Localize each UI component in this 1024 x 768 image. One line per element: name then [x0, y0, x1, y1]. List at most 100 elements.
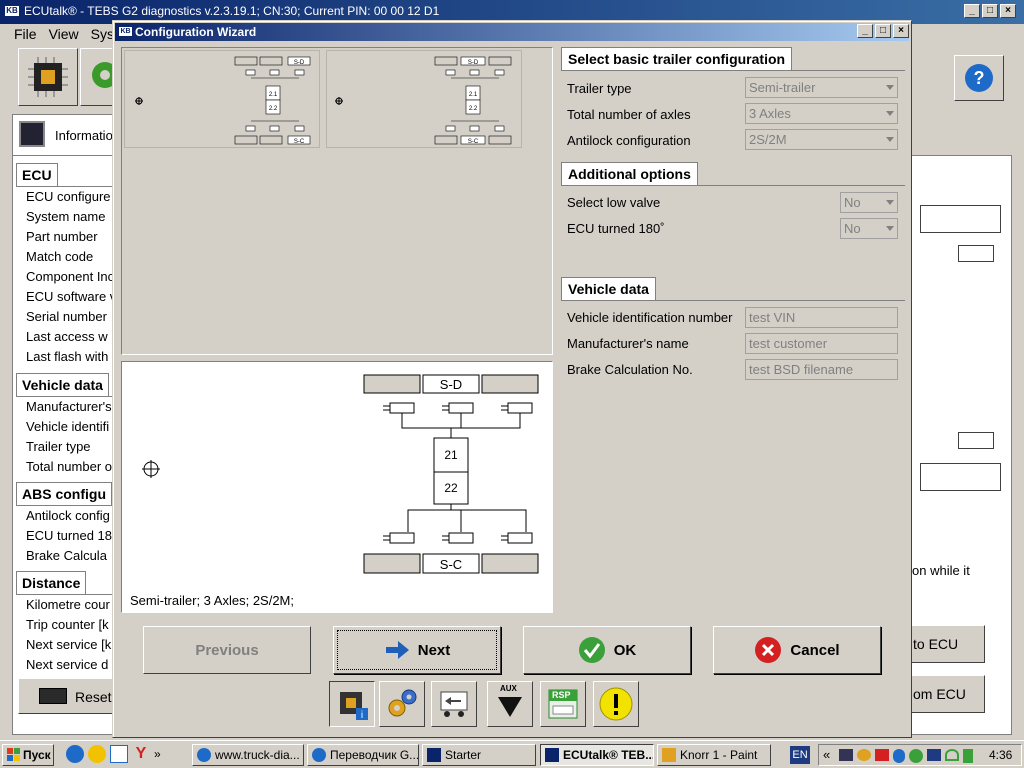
help-button[interactable]: ?	[954, 55, 1004, 101]
ie-icon	[197, 748, 211, 762]
word-icon[interactable]	[110, 745, 128, 763]
distance-section: Distance	[16, 571, 87, 594]
thumb-ecu-top: 2.1	[269, 92, 278, 98]
ecu-row: System name	[26, 209, 106, 224]
next-button[interactable]: Next	[333, 626, 501, 674]
menu-system[interactable]: Sys	[91, 26, 114, 42]
trailer-button[interactable]	[431, 681, 477, 727]
minimize-icon[interactable]: _	[857, 24, 873, 38]
yandex-icon[interactable]: Y	[132, 745, 150, 763]
app-logo-icon: KB	[4, 5, 20, 17]
ecu-row: Last access w	[26, 329, 108, 344]
low-valve-select[interactable]: No	[840, 192, 898, 213]
chevron-down-icon	[886, 85, 894, 90]
next-button-label: Next	[417, 641, 451, 659]
rsp-button[interactable]: RSP	[540, 681, 586, 727]
read-from-ecu-button[interactable]: om ECU	[900, 675, 985, 713]
group-divider	[561, 185, 905, 186]
vin-label: Vehicle identification number	[567, 310, 733, 325]
maximize-icon[interactable]: □	[875, 24, 891, 38]
antilock-select[interactable]: 2S/2M	[745, 129, 898, 150]
vehicle-data-group: Vehicle data Vehicle identification numb…	[561, 277, 905, 387]
menu-view[interactable]: View	[49, 26, 79, 42]
settings-toolbar-button[interactable]	[80, 48, 118, 106]
task-starter[interactable]: Starter	[422, 744, 536, 766]
ecu-toolbar-button[interactable]	[18, 48, 78, 106]
info-mode-button[interactable]: i	[329, 681, 375, 727]
task-paint[interactable]: Knorr 1 - Paint	[657, 744, 771, 766]
vehicle-row: Trailer type	[26, 439, 91, 454]
chip-info-icon: i	[340, 692, 368, 721]
task-label: Starter	[445, 748, 482, 762]
task-translator[interactable]: Переводчик G...	[307, 744, 419, 766]
start-label: Пуск	[23, 748, 51, 762]
low-valve-label: Select low valve	[567, 195, 661, 210]
checkmark-icon	[578, 637, 605, 663]
additional-options-header: Additional options	[561, 162, 698, 186]
ecu-row: Serial number	[26, 309, 107, 324]
vehicle-data-header: Vehicle data	[561, 277, 656, 301]
display-icon[interactable]	[927, 749, 941, 761]
manufacturer-field[interactable]: test customer	[745, 333, 898, 354]
abs-row: Brake Calcula	[26, 548, 107, 563]
reset-button[interactable]: Reset	[18, 678, 114, 714]
center-of-gravity-icon	[142, 460, 160, 478]
ecu-row: Last flash with	[26, 349, 109, 364]
tray-expand-icon[interactable]: «	[823, 747, 830, 762]
language-indicator[interactable]: EN	[790, 746, 810, 764]
close-icon[interactable]: ×	[1000, 4, 1016, 18]
trailer-type-select[interactable]: Semi-trailer	[745, 77, 898, 98]
app-title: ECUtalk® - TEBS G2 diagnostics v.2.3.19.…	[24, 4, 440, 18]
vehicle-section-header: Vehicle data	[16, 373, 109, 396]
configuration-preview-panel: S-D 21 22 S-C Semi-trailer; 3 Axles; 2S/…	[121, 361, 553, 613]
dialog-logo-icon: KB	[118, 26, 133, 37]
close-icon[interactable]: ×	[893, 24, 909, 38]
ecu-turned-value: No	[844, 221, 861, 236]
ie-icon[interactable]	[66, 745, 84, 763]
task-ecutalk[interactable]: ECUtalk® TEB...	[540, 744, 654, 766]
previous-button-label: Previous	[195, 641, 259, 659]
tray-app-icon[interactable]	[857, 749, 871, 761]
network-icon[interactable]	[839, 749, 853, 761]
task-browser[interactable]: www.truck-dia...	[192, 744, 304, 766]
axles-select[interactable]: 3 Axles	[745, 103, 898, 124]
gears-icon	[388, 689, 417, 717]
ecu-bottom-label: 22	[444, 481, 458, 495]
vin-field[interactable]: test VIN	[745, 307, 898, 328]
tab-information[interactable]: Informatio	[12, 114, 114, 156]
menu-file[interactable]: File	[14, 26, 37, 42]
warning-button[interactable]	[593, 681, 639, 727]
info-tray-icon[interactable]	[909, 749, 923, 763]
bg-valve-box	[958, 245, 994, 262]
parameters-button[interactable]	[379, 681, 425, 727]
trailer-type-value: Semi-trailer	[749, 80, 816, 95]
brake-calc-field[interactable]: test BSD filename	[745, 359, 898, 380]
vehicle-row: Manufacturer's	[26, 399, 112, 414]
chevron-down-icon	[886, 200, 894, 205]
aux-button[interactable]: AUX	[487, 681, 533, 727]
minimize-icon[interactable]: _	[964, 4, 980, 18]
outlook-icon[interactable]	[88, 745, 106, 763]
wifi-icon[interactable]	[945, 749, 959, 761]
start-button[interactable]: Пуск	[2, 744, 54, 766]
abs-section-header: ABS configu	[16, 482, 112, 505]
bluetooth-icon[interactable]	[893, 749, 905, 763]
ecu-turned-label: ECU turned 180˚	[567, 221, 665, 236]
rsp-label: RSP	[552, 690, 571, 700]
sc-label: S-C	[440, 557, 462, 572]
config-thumbnail-1[interactable]: S-D 2.1 2.2 S-C	[124, 50, 320, 148]
flag-icon[interactable]	[875, 749, 889, 761]
battery-icon[interactable]	[963, 749, 973, 763]
trailer-thumb-diagram: S-D 2.1 2.2 S-C	[135, 56, 311, 145]
abs-row: Antilock config	[26, 508, 110, 523]
previous-button[interactable]: Previous	[143, 626, 311, 674]
thumb-sd-label: S-D	[294, 60, 305, 66]
write-to-ecu-button[interactable]: to ECU	[900, 625, 985, 663]
cancel-button[interactable]: Cancel	[713, 626, 881, 674]
maximize-icon[interactable]: □	[982, 4, 998, 18]
config-thumbnail-2[interactable]: S-D 2.1 2.2 S-C	[326, 50, 522, 148]
ecu-turned-select[interactable]: No	[840, 218, 898, 239]
dialog-window-controls: _ □ ×	[857, 24, 909, 38]
ok-button[interactable]: OK	[523, 626, 691, 674]
more-icon[interactable]: »	[154, 745, 166, 763]
